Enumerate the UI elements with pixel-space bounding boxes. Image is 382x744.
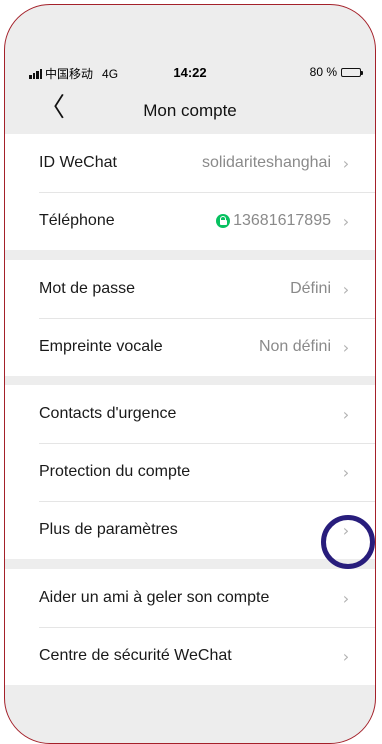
help-group: Aider un ami à geler son compte › Centre… [5,569,375,685]
password-label: Mot de passe [39,280,136,297]
chevron-right-icon: › [342,153,350,173]
voiceprint-value: Non défini [258,338,331,355]
row-emergency-contacts[interactable]: Contacts d'urgence › [5,385,375,443]
phone-label: Téléphone [39,212,115,229]
password-group: Mot de passe Défini › Empreinte vocale N… [5,260,375,376]
chevron-right-icon: › [342,588,350,608]
row-password[interactable]: Mot de passe Défini › [5,260,375,318]
chevron-right-icon: › [342,646,350,666]
chevron-right-icon: › [342,404,350,424]
lock-icon [216,214,231,228]
row-account-protection[interactable]: Protection du compte › [5,443,375,501]
row-more-settings[interactable]: Plus de paramètres › [5,501,375,559]
row-security-center[interactable]: Centre de sécurité WeChat › [5,627,375,685]
wechat-id-value: solidariteshanghai [202,154,331,171]
page-title: Mon compte [143,101,237,120]
security-center-label: Centre de sécurité WeChat [39,647,232,664]
highlight-circle-annotation [321,515,375,569]
security-group: Contacts d'urgence › Protection du compt… [5,385,375,559]
battery-icon [341,67,363,77]
phone-value: 13681617895 [233,212,331,229]
chevron-right-icon: › [342,279,350,299]
phone-value-wrap: 13681617895 [216,212,331,230]
navigation-bar: 〈 Mon compte [5,89,375,131]
row-wechat-id[interactable]: ID WeChat solidariteshanghai › [5,134,375,192]
row-phone[interactable]: Téléphone 13681617895 › [5,192,375,250]
emergency-contacts-label: Contacts d'urgence [39,405,177,422]
password-value: Défini [290,280,331,297]
freeze-friend-label: Aider un ami à geler son compte [39,589,270,606]
voiceprint-label: Empreinte vocale [39,338,163,355]
more-settings-label: Plus de paramètres [39,521,178,538]
row-voiceprint[interactable]: Empreinte vocale Non défini › [5,318,375,376]
chevron-right-icon: › [342,462,350,482]
account-protection-label: Protection du compte [39,463,191,480]
status-right: 80 % [309,65,363,79]
phone-frame: 中国移动 4G 14:22 80 % 〈 Mon compte ID WeCha… [4,4,376,744]
wechat-id-label: ID WeChat [39,154,117,171]
chevron-right-icon: › [342,211,350,231]
row-freeze-friend[interactable]: Aider un ami à geler son compte › [5,569,375,627]
chevron-right-icon: › [342,337,350,357]
account-id-group: ID WeChat solidariteshanghai › Téléphone… [5,134,375,250]
battery-percent: 80 % [309,65,337,79]
